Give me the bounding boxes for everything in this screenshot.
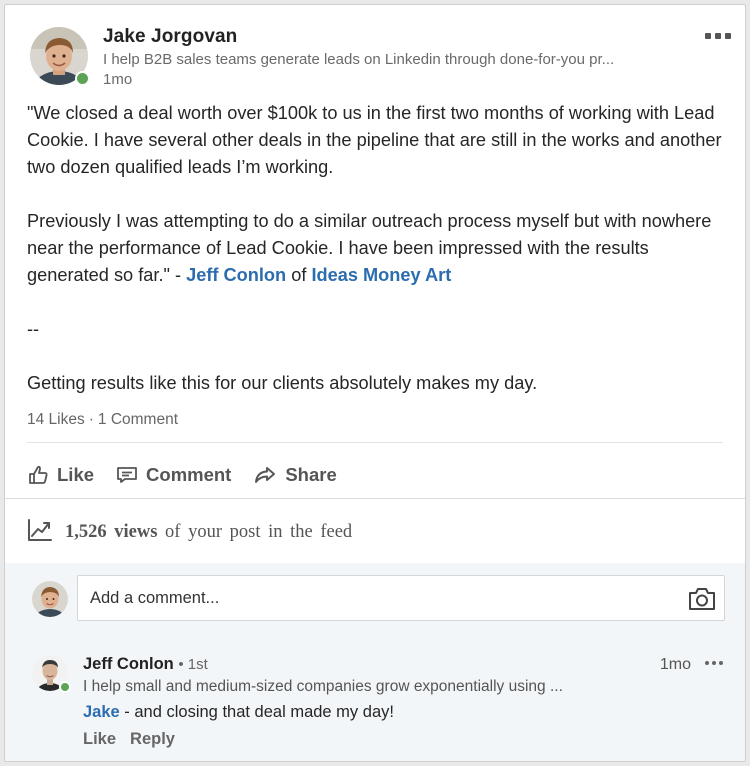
views-count: 1,526 (65, 521, 107, 542)
person-mention-link[interactable]: Jeff Conlon (186, 265, 286, 285)
of-text: of (286, 265, 312, 285)
post-paragraph-quote: Previously I was attempting to do a simi… (27, 208, 732, 289)
share-label: Share (285, 464, 337, 485)
online-status-icon (59, 681, 71, 693)
comment-icon (116, 464, 138, 486)
comment-placeholder: Add a comment... (90, 589, 220, 607)
commenter-avatar[interactable] (32, 655, 71, 693)
comment-actions: Like Reply (83, 730, 175, 749)
comment-more-icon[interactable] (705, 661, 723, 665)
comment-item: Jeff Conlon • 1st I help small and mediu… (5, 643, 745, 753)
author-headline: I help B2B sales teams generate leads on… (103, 51, 615, 68)
post-timestamp: 1mo (103, 71, 133, 88)
online-status-icon (75, 71, 90, 86)
like-label: Like (57, 464, 95, 485)
connection-degree: • 1st (178, 656, 208, 673)
post-paragraph: Getting results like this for our client… (27, 373, 538, 393)
post-body: "We closed a deal worth over $100k to us… (27, 100, 732, 397)
comment-label: Comment (146, 464, 232, 485)
comment-input[interactable]: Add a comment... (77, 575, 725, 621)
post-actions: Like Comment Share (27, 457, 337, 493)
divider (5, 498, 745, 499)
separator-dot: · (88, 411, 94, 428)
social-counts: 14 Likes · 1 Comment (27, 411, 178, 429)
views-text: 1,526 views of your post in the feed (65, 522, 352, 543)
comments-section: Add a comment... Jeff Conlon • 1st I hel… (5, 563, 745, 761)
author-name[interactable]: Jake Jorgovan (103, 26, 237, 48)
views-label: views (114, 521, 158, 542)
comment-button[interactable]: Comment (116, 457, 231, 493)
post-paragraph: "We closed a deal worth over $100k to us… (27, 103, 722, 177)
commenter-name-text: Jeff Conlon (83, 655, 174, 673)
share-icon (253, 464, 277, 486)
camera-icon[interactable] (688, 585, 716, 629)
like-button[interactable]: Like (27, 457, 94, 493)
comments-count-link[interactable]: 1 Comment (98, 411, 178, 428)
comment-text: Jake - and closing that deal made my day… (83, 703, 394, 722)
post-header: Jake Jorgovan I help B2B sales teams gen… (5, 5, 745, 95)
mention-link[interactable]: Jake (83, 703, 120, 721)
divider (27, 442, 723, 443)
views-suffix: of your post in the feed (165, 521, 353, 542)
post-card: Jake Jorgovan I help B2B sales teams gen… (4, 4, 746, 762)
separator-text: -- (27, 319, 40, 339)
post-views[interactable]: 1,526 views of your post in the feed (27, 517, 352, 547)
comment-like-button[interactable]: Like (83, 730, 116, 749)
share-button[interactable]: Share (253, 457, 337, 493)
company-mention-link[interactable]: Ideas Money Art (311, 265, 451, 285)
more-icon[interactable] (705, 33, 731, 39)
likes-count-link[interactable]: 14 Likes (27, 411, 85, 428)
views-chart-icon (27, 518, 53, 547)
author-avatar[interactable] (30, 27, 90, 86)
commenter-headline: I help small and medium-sized companies … (83, 678, 563, 695)
my-avatar (32, 581, 68, 617)
comment-timestamp: 1mo (659, 656, 691, 673)
comment-body: - and closing that deal made my day! (119, 703, 394, 721)
like-icon (27, 464, 49, 486)
comment-reply-button[interactable]: Reply (130, 730, 175, 749)
commenter-name[interactable]: Jeff Conlon • 1st (83, 655, 208, 674)
